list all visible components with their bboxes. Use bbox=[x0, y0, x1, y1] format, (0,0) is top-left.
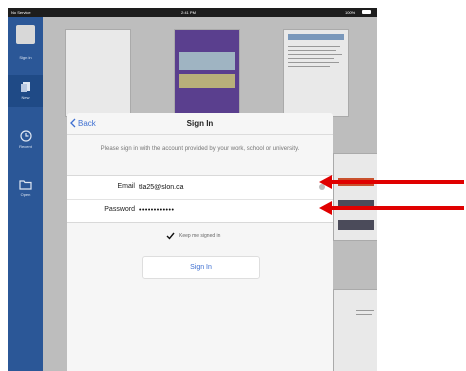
blank-template-thumbnail[interactable] bbox=[65, 29, 131, 117]
credentials-form: Email Password bbox=[67, 175, 333, 223]
folder-icon bbox=[19, 180, 32, 190]
thumbnail-background bbox=[175, 30, 239, 116]
email-row: Email bbox=[67, 176, 333, 200]
dialog-header: Back Sign In bbox=[67, 113, 333, 135]
report-template-thumbnail[interactable] bbox=[283, 29, 349, 117]
battery-label: 100% bbox=[345, 10, 356, 15]
thumbnail-text-line bbox=[288, 62, 339, 63]
sidebar: Sign in New Recent Open bbox=[8, 17, 43, 371]
carrier-label: No Service bbox=[11, 10, 31, 15]
password-field[interactable] bbox=[139, 204, 309, 216]
flyer-template-thumbnail[interactable] bbox=[333, 153, 377, 241]
thumbnail-photo bbox=[338, 220, 374, 230]
thumbnail-text-line bbox=[288, 58, 334, 59]
red-arrow-icon bbox=[319, 201, 464, 215]
sidebar-item-label: Open bbox=[20, 192, 31, 197]
sidebar-item-open[interactable]: Open bbox=[8, 179, 43, 211]
status-bar: No Service 2:41 PM 100% bbox=[8, 8, 377, 17]
thumbnail-text-line bbox=[288, 46, 340, 47]
newsletter-template-thumbnail[interactable] bbox=[174, 29, 240, 117]
thumbnail-photo bbox=[178, 74, 236, 88]
battery-icon bbox=[362, 10, 371, 14]
clock-icon bbox=[19, 130, 32, 142]
clock-label: 2:41 PM bbox=[181, 10, 196, 15]
checkmark-icon bbox=[166, 232, 175, 240]
new-document-icon bbox=[20, 82, 30, 92]
sidebar-item-recent[interactable]: Recent bbox=[8, 130, 43, 162]
email-label: Email bbox=[117, 183, 135, 190]
password-row: Password bbox=[67, 199, 333, 222]
email-field[interactable] bbox=[139, 181, 309, 193]
sidebar-item-sign-in[interactable]: Sign in bbox=[8, 17, 43, 63]
sidebar-item-label: Recent bbox=[19, 144, 32, 149]
thumbnail-text-line bbox=[356, 314, 372, 315]
thumbnail-text-line bbox=[288, 66, 330, 67]
thumbnail-text-line bbox=[288, 50, 336, 51]
dialog-title: Sign In bbox=[186, 119, 214, 128]
avatar-icon bbox=[16, 25, 35, 44]
password-label: Password bbox=[104, 206, 135, 213]
red-arrow-icon bbox=[319, 175, 464, 189]
thumbnail-text-line bbox=[288, 54, 342, 55]
sidebar-item-label: New bbox=[21, 95, 30, 100]
sign-in-button[interactable]: Sign In bbox=[142, 256, 260, 279]
sidebar-item-label: Sign in bbox=[19, 55, 32, 60]
thumbnail-text-line bbox=[356, 310, 374, 311]
sidebar-item-new[interactable]: New bbox=[8, 75, 43, 107]
keep-signed-in-option[interactable]: Keep me signed in bbox=[166, 232, 220, 240]
sign-in-dialog: Back Sign In Please sign in with the acc… bbox=[67, 113, 333, 371]
document-template-thumbnail[interactable] bbox=[333, 289, 377, 371]
thumbnail-banner bbox=[288, 34, 344, 40]
keep-signed-in-label: Keep me signed in bbox=[179, 233, 221, 239]
sign-in-message: Please sign in with the account provided… bbox=[100, 146, 300, 152]
thumbnail-photo bbox=[178, 52, 236, 70]
